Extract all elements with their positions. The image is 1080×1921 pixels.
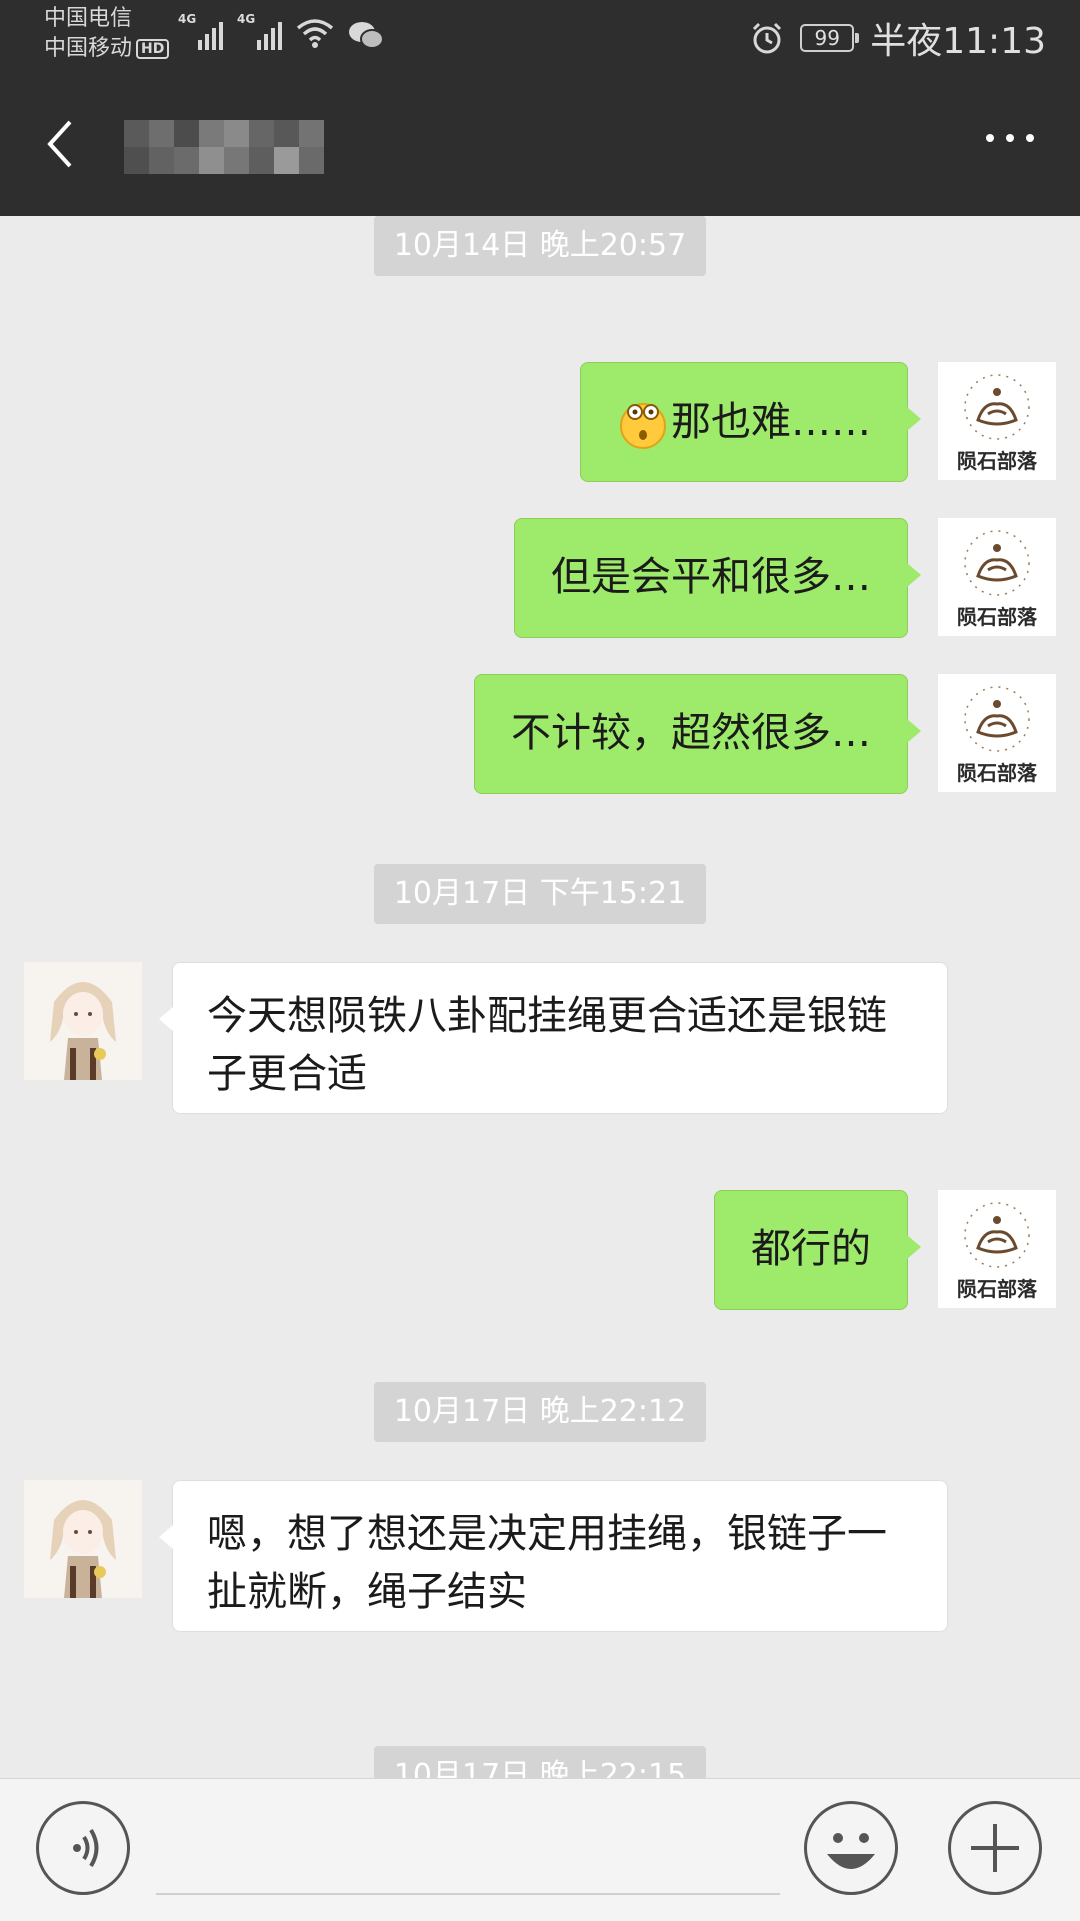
message-text: 都行的 [751,1226,871,1272]
status-bar: 中国电信 中国移动 HD 4G 4G 99 半夜11:13 [0,0,1080,72]
girl-avatar-icon [24,962,142,1080]
message-text: 嗯，想了想还是决定用挂绳，银链子一扯就断，绳子结实 [207,1511,887,1615]
message-bubble[interactable]: 不计较，超然很多… [474,674,921,794]
plus-icon [971,1824,1019,1872]
battery-level: 99 [814,26,840,50]
more-dots-icon [986,134,994,142]
wifi-icon [296,19,334,48]
svg-text:陨石部落: 陨石部落 [957,1277,1038,1301]
message-bubble[interactable]: 都行的 [714,1190,921,1310]
timestamp: 10月17日 下午15:21 [0,864,1080,924]
signal-icon: 4G [178,12,223,50]
message-bubble[interactable]: 嗯，想了想还是决定用挂绳，银链子一扯就断，绳子结实 [159,1480,948,1632]
signal-icon-2: 4G [237,12,282,50]
smiley-icon [827,1833,875,1869]
logo-avatar-icon: 陨石部落 [938,518,1056,636]
my-avatar[interactable]: 陨石部落 [938,674,1056,792]
message-text: 那也难…… [671,399,871,445]
emoji-button[interactable] [804,1801,898,1895]
wechat-icon [349,22,384,49]
thinking-face-icon [620,403,666,449]
logo-avatar-icon: 陨石部落 [938,674,1056,792]
my-avatar[interactable]: 陨石部落 [938,1190,1056,1308]
back-button[interactable] [40,114,80,174]
carrier-info: 中国电信 中国移动 HD [44,4,170,64]
more-button[interactable] [986,134,1034,142]
signal-group: 4G 4G [178,12,384,50]
carrier-1: 中国电信 [44,6,133,31]
timestamp: 10月17日 晚上22:12 [0,1382,1080,1442]
clock: 半夜11:13 [870,21,1046,62]
logo-avatar-icon: 陨石部落 [938,1190,1056,1308]
svg-text:陨石部落: 陨石部落 [957,761,1038,785]
hd-badge: HD [136,39,170,59]
my-avatar[interactable]: 陨石部落 [938,362,1056,480]
girl-avatar-icon [24,1480,142,1598]
logo-avatar-icon: 陨石部落 [938,362,1056,480]
message-text: 今天想陨铁八卦配挂绳更合适还是银链子更合适 [207,993,887,1097]
message-text: 但是会平和很多… [551,554,871,600]
message-text: 不计较，超然很多… [511,710,871,756]
carrier-2: 中国移动 [44,36,133,61]
voice-button[interactable] [36,1801,130,1895]
message-bubble[interactable]: 但是会平和很多… [514,518,921,638]
my-avatar[interactable]: 陨石部落 [938,518,1056,636]
network-type-2: 4G [237,12,256,26]
alarm-icon [753,22,782,54]
message-bubble[interactable]: 今天想陨铁八卦配挂绳更合适还是银链子更合适 [159,962,948,1114]
battery-icon: 99 [800,24,860,52]
contact-name-pixelated [124,120,324,174]
more-functions-button[interactable] [948,1801,1042,1895]
message-list[interactable]: 10月14日 晚上20:57 那也难…… 陨石部落 但是会平和很多… 陨石部落 … [0,216,1080,1778]
chat-header [0,72,1080,216]
input-bar [0,1778,1080,1921]
svg-text:陨石部落: 陨石部落 [957,605,1038,629]
timestamp: 10月14日 晚上20:57 [0,216,1080,276]
message-bubble[interactable]: 那也难…… [580,362,921,482]
svg-text:陨石部落: 陨石部落 [957,449,1038,473]
voice-icon [73,1828,99,1868]
message-input[interactable] [156,1809,780,1895]
contact-avatar[interactable] [24,962,142,1080]
status-right: 99 半夜11:13 [750,12,1046,64]
network-type-1: 4G [178,12,197,26]
contact-avatar[interactable] [24,1480,142,1598]
timestamp: 10月17日 晚上22:15 [0,1746,1080,1778]
